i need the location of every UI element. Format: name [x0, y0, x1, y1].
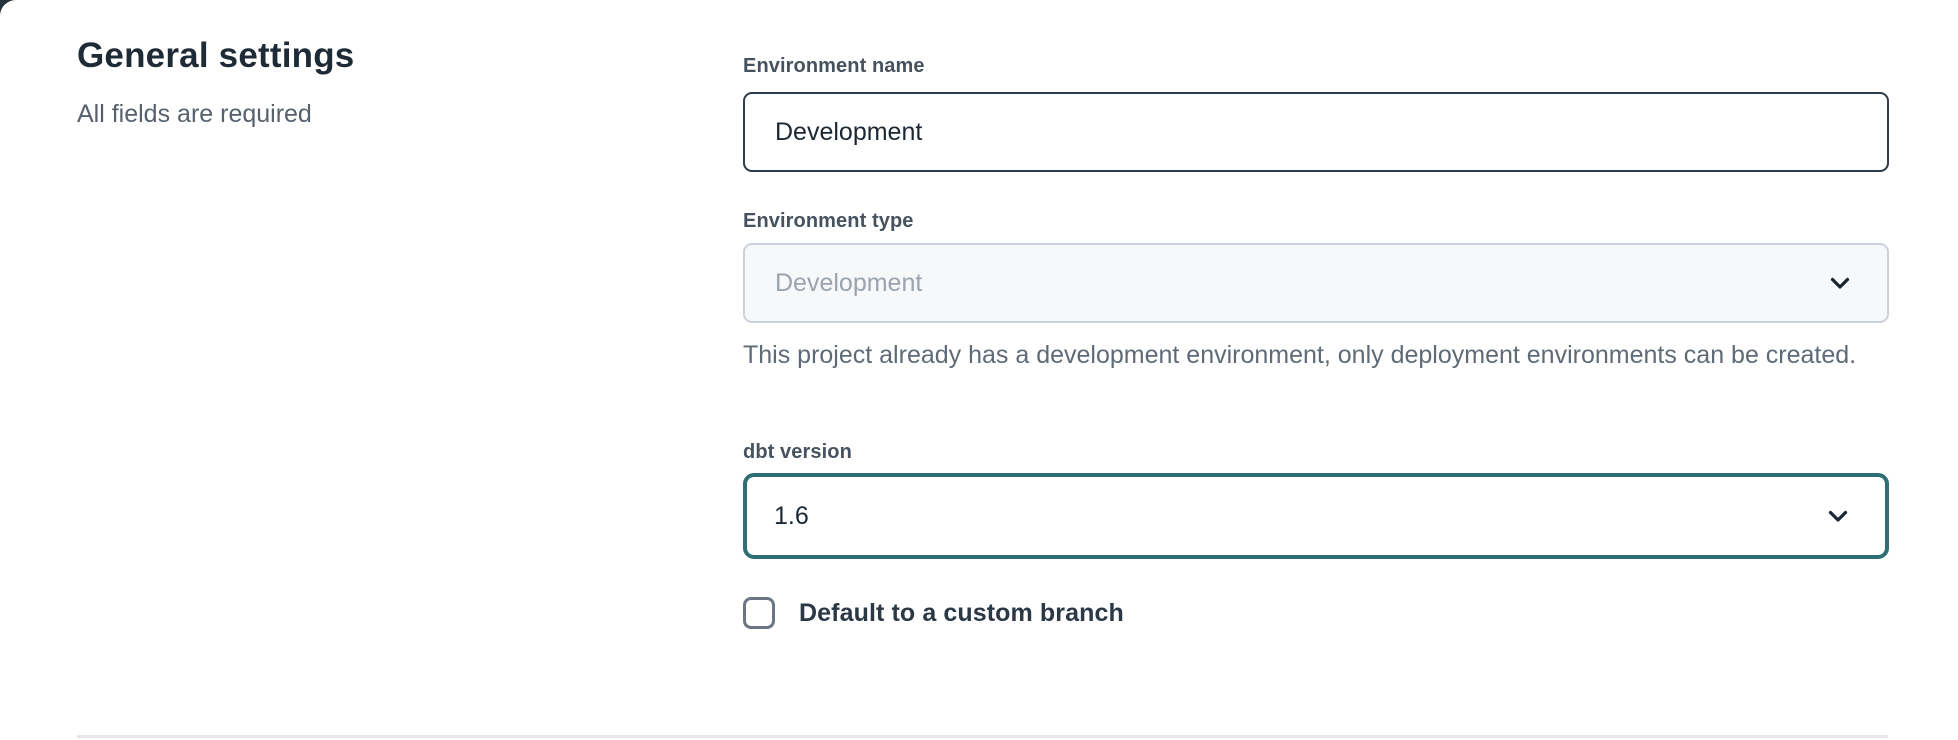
section-divider — [77, 735, 1888, 738]
environment-type-value: Development — [775, 269, 922, 298]
environment-type-label: Environment type — [743, 210, 914, 233]
environment-name-label: Environment name — [743, 55, 925, 78]
section-intro: General settings All fields are required — [77, 36, 637, 129]
page-subtitle: All fields are required — [77, 100, 637, 129]
page-title: General settings — [77, 36, 637, 76]
chevron-down-icon — [1825, 268, 1855, 298]
dbt-version-select[interactable]: 1.6 — [743, 473, 1889, 559]
dbt-version-value: 1.6 — [774, 502, 809, 531]
custom-branch-row: Default to a custom branch — [743, 597, 1124, 629]
custom-branch-label[interactable]: Default to a custom branch — [799, 599, 1124, 628]
dbt-version-label: dbt version — [743, 441, 852, 464]
environment-name-input[interactable] — [743, 92, 1889, 172]
environment-type-help-text: This project already has a development e… — [743, 336, 1873, 374]
settings-card: General settings All fields are required… — [0, 0, 1958, 740]
environment-type-select: Development — [743, 243, 1889, 323]
chevron-down-icon — [1823, 501, 1853, 531]
custom-branch-checkbox[interactable] — [743, 597, 775, 629]
